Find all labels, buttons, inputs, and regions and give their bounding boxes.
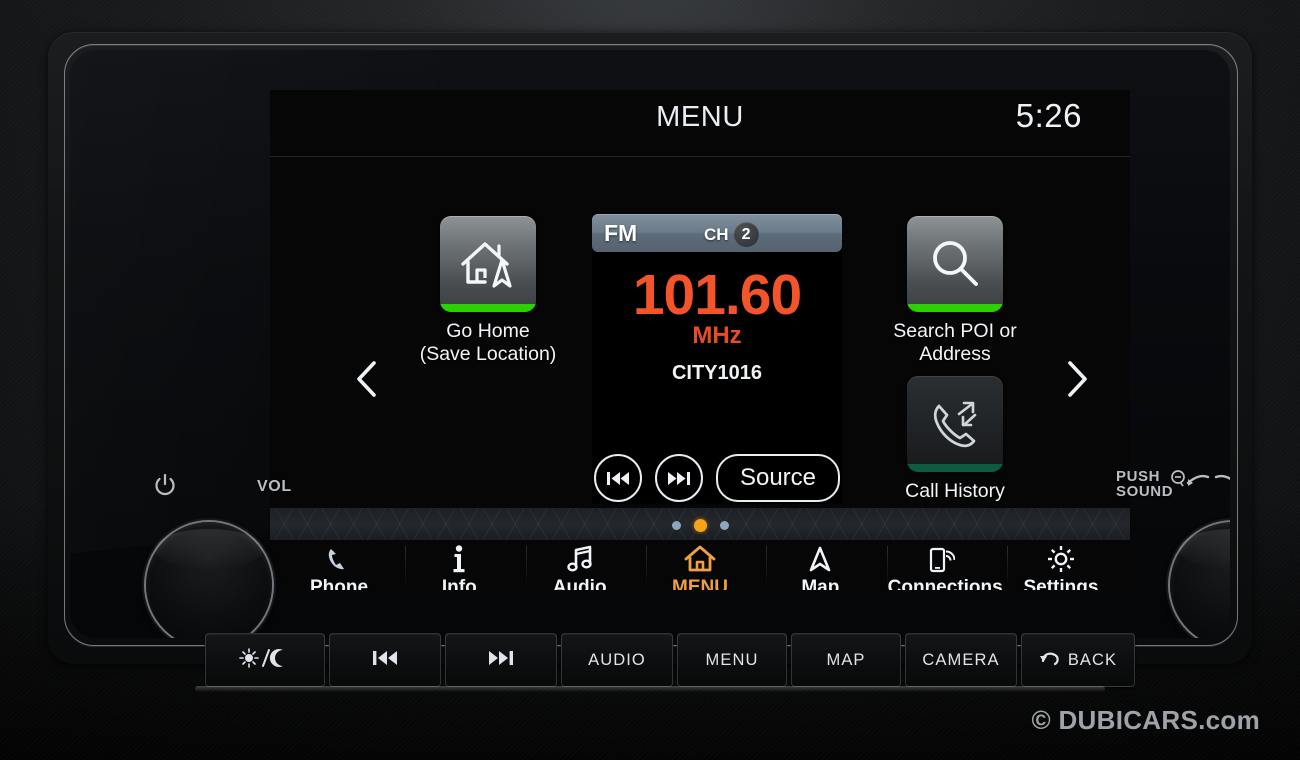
nav-item-map[interactable]: Map — [766, 544, 873, 590]
menu-hard-button[interactable]: MENU — [677, 633, 787, 687]
radio-frequency-unit: MHz — [692, 322, 742, 349]
nav-divider — [766, 546, 768, 588]
gear-icon — [1008, 544, 1114, 574]
push-sound-line1: PUSH — [1116, 468, 1161, 485]
nav-label: Settings — [1023, 577, 1099, 590]
head-unit-glass: MENU 5:26 Go Home (Save Location) Search… — [70, 50, 1230, 638]
radio-band-label: FM — [604, 220, 638, 246]
day-night-button[interactable] — [205, 633, 325, 687]
clock: 5:26 — [1015, 97, 1082, 134]
push-sound-line2: SOUND — [1116, 483, 1174, 500]
home-navigation-icon — [440, 216, 536, 312]
power-icon — [154, 473, 176, 503]
map-hard-button[interactable]: MAP — [791, 633, 901, 687]
tile-label-line2: (Save Location) — [419, 343, 557, 365]
pager-dot[interactable] — [719, 521, 729, 530]
navigation-arrow-icon — [767, 544, 873, 574]
nav-item-menu[interactable]: MENU — [645, 544, 753, 590]
info-icon — [406, 544, 512, 574]
magnifier-icon — [907, 216, 1003, 312]
tile-label-line1: Call History — [905, 480, 1005, 502]
page-title: MENU — [656, 101, 744, 133]
nav-divider — [886, 546, 888, 588]
skip-back-hard-button[interactable] — [329, 633, 441, 687]
nav-label: Audio — [552, 577, 607, 590]
nav-divider — [1006, 546, 1008, 588]
home-icon — [647, 544, 753, 574]
pager-dot-active[interactable] — [693, 519, 707, 532]
physical-button-row: AUDIO MENU MAP CAMERA BACK — [205, 633, 1135, 687]
tune-sound-knob[interactable] — [1170, 522, 1230, 638]
back-hard-button[interactable]: BACK — [1021, 633, 1135, 687]
nav-label: Info — [441, 577, 477, 590]
nav-item-info[interactable]: Info — [405, 544, 512, 590]
day-night-icon — [239, 647, 291, 674]
radio-station-name: CITY1016 — [671, 362, 763, 384]
back-arrow-icon — [1039, 649, 1061, 672]
audio-hard-button[interactable]: AUDIO — [561, 633, 673, 687]
phone-handset-icon — [286, 544, 392, 574]
skip-forward-icon — [488, 649, 514, 672]
status-bar: MENU 5:26 — [270, 90, 1130, 157]
channel-label: CH — [704, 224, 729, 244]
skip-back-button[interactable] — [593, 454, 642, 502]
tile-label-line2: Address — [919, 343, 991, 365]
transport-controls: Source — [592, 452, 842, 504]
nav-item-settings[interactable]: Settings — [1006, 544, 1114, 590]
zoom-out-zoom-in-icon — [1170, 468, 1230, 495]
phone-handset-arrows-icon — [907, 376, 1003, 472]
tile-label: Go Home (Save Location) — [388, 320, 588, 366]
tile-call-history[interactable]: Call History — [855, 376, 1055, 503]
tile-label: Search POI or Address — [855, 320, 1055, 366]
nav-divider — [645, 546, 647, 588]
camera-hard-button[interactable]: CAMERA — [905, 633, 1017, 687]
nav-item-connections[interactable]: Connections — [886, 544, 1003, 590]
tile-accent-bar — [440, 304, 536, 312]
tile-search-poi[interactable]: Search POI or Address — [855, 216, 1055, 366]
pager-dots — [270, 519, 1130, 532]
tile-go-home[interactable]: Go Home (Save Location) — [388, 216, 588, 366]
nav-label: Map — [801, 577, 840, 590]
nav-item-phone[interactable]: Phone — [286, 544, 392, 590]
volume-power-knob[interactable] — [146, 522, 272, 638]
nav-divider — [525, 546, 527, 588]
source-button[interactable]: Source — [715, 454, 841, 502]
tile-label-line1: Search POI or — [893, 320, 1017, 342]
radio-frequency: 101.60 — [632, 263, 802, 327]
tile-label-line1: Go Home — [446, 320, 530, 342]
button-row-shelf — [195, 686, 1105, 692]
watermark: © DUBICARS.com — [1031, 705, 1260, 735]
pager-dot[interactable] — [671, 521, 681, 530]
chevron-right-icon[interactable] — [1056, 356, 1096, 402]
nav-label: Connections — [887, 577, 1003, 590]
push-sound-label: PUSH SOUND — [1116, 469, 1173, 499]
radio-band-bar: FM CH 2 — [592, 214, 842, 252]
nav-divider — [405, 546, 407, 588]
nav-item-audio[interactable]: Audio — [525, 544, 633, 590]
tile-label: Call History — [855, 480, 1055, 503]
phone-signal-icon — [888, 544, 994, 574]
radio-widget[interactable]: FM CH 2 101.60 MHz CITY1016 Source — [592, 214, 842, 504]
back-hard-button-label: BACK — [1067, 650, 1118, 669]
infotainment-screen[interactable]: MENU 5:26 Go Home (Save Location) Search… — [270, 90, 1130, 590]
skip-forward-button[interactable] — [654, 454, 703, 502]
volume-label: VOL — [257, 478, 292, 495]
tile-accent-bar — [907, 304, 1003, 312]
pager-strip — [270, 508, 1130, 540]
bottom-nav: Phone Info Audio MENU Map Connections Se… — [270, 540, 1130, 590]
nav-label: MENU — [672, 577, 728, 590]
nav-label: Phone — [309, 577, 369, 590]
skip-forward-hard-button[interactable] — [445, 633, 557, 687]
skip-back-icon — [372, 649, 398, 672]
channel-preset: CH 2 — [704, 222, 759, 247]
channel-number: 2 — [733, 222, 759, 247]
chevron-left-icon[interactable] — [348, 356, 388, 402]
tile-accent-bar — [907, 464, 1003, 472]
music-note-icon — [527, 544, 633, 574]
